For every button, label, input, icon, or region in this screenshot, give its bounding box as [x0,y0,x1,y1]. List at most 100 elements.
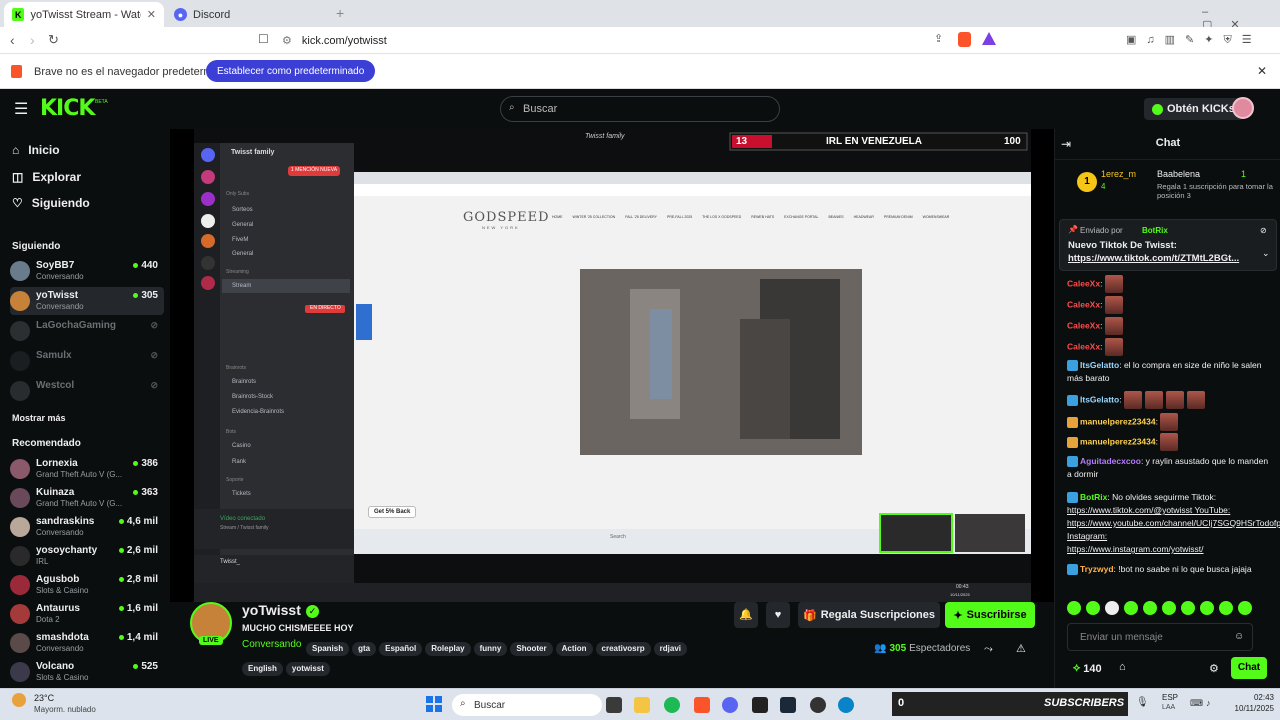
recommended-channel[interactable]: Lornexia Grand Theft Auto V (G... 386 [10,455,164,483]
emote-icon[interactable] [1143,601,1157,615]
chat-link[interactable]: https://www.instagram.com/yotwisst/ [1067,544,1204,554]
chat-username[interactable]: CaleeXx [1067,278,1100,288]
chat-username[interactable]: CaleeXx [1067,320,1100,330]
tag-chip[interactable]: Spanish [306,642,350,656]
language-code[interactable]: ESP [1162,693,1178,702]
close-infobar-icon[interactable]: ✕ [1257,64,1267,78]
store-icon[interactable]: ⌂ [1119,661,1126,673]
discord-icon[interactable] [722,697,738,713]
emote-icon[interactable] [1105,601,1119,615]
notifications-bell-icon[interactable]: 🔔 [734,602,758,628]
bookmark-icon[interactable]: ☐ [258,32,269,46]
tag-chip[interactable]: Español [379,642,423,656]
expand-icon[interactable]: ⌄ [1262,248,1270,259]
video-player[interactable]: Twisst family 13 IRL EN VENEZUELA 100 Tw… [170,129,1054,602]
system-tray-icons[interactable]: ⌨♪ [1190,698,1214,709]
forward-icon[interactable]: › [30,32,35,48]
following-channel[interactable]: Westcol ⊘ [10,377,164,405]
subscribe-button[interactable]: ✦ Suscribirse [945,602,1035,628]
pinned-link[interactable]: https://www.tiktok.com/t/ZTMtL2BGt... [1068,253,1239,264]
task-view-icon[interactable] [606,697,622,713]
emote-icon[interactable] [1181,601,1195,615]
chat-username[interactable]: manuelperez23434 [1080,416,1156,426]
emote-icon[interactable] [1086,601,1100,615]
following-channel[interactable]: SoyBB7 Conversando 440 [10,257,164,285]
tag-chip[interactable]: funny [473,642,508,656]
edge-icon[interactable] [838,697,854,713]
channel-name[interactable]: yoTwisst [242,602,301,618]
tag-chip[interactable]: Roleplay [425,642,471,656]
chat-username[interactable]: CaleeXx [1067,341,1100,351]
share-icon[interactable]: ⇪ [934,32,943,45]
browser-toolbar-icons[interactable]: ▣♫▥✎✦⛨☰ [1126,33,1262,47]
chat-input[interactable]: Enviar un mensaje ☺ [1067,623,1253,651]
pinned-by-user[interactable]: BotRix [1142,226,1168,235]
clock-time[interactable]: 02:43 [1222,693,1274,702]
chat-username[interactable]: Aguitadecxcoo [1080,456,1141,466]
tag-chip[interactable]: gta [352,642,377,656]
tab-kick[interactable]: K yoTwisst Stream - Watch Live on ✕ [4,2,164,27]
file-explorer-icon[interactable] [634,697,650,713]
chat-link[interactable]: https://www.tiktok.com/@yotwisst YouTube… [1067,505,1230,515]
emote-icon[interactable] [1067,601,1081,615]
steam-icon[interactable] [780,697,796,713]
tag-chip[interactable]: Shooter [510,642,553,656]
spotify-icon[interactable] [664,697,680,713]
back-icon[interactable]: ‹ [10,32,15,48]
tag-chip[interactable]: English [242,662,283,676]
close-tab-icon[interactable]: ✕ [147,8,156,21]
recommended-channel[interactable]: smashdota Conversando 1,4 mil [10,629,164,657]
user-avatar[interactable] [1232,97,1254,119]
emote-icon[interactable] [1238,601,1252,615]
windows-start-icon[interactable] [426,696,442,712]
site-info-icon[interactable]: ⚙ [282,34,292,47]
settings-gear-icon[interactable]: ⚙ [1209,662,1219,675]
following-channel[interactable]: yoTwisst Conversando 305 [10,287,164,315]
recommended-channel[interactable]: sandraskins Conversando 4,6 mil [10,513,164,541]
taskbar-search[interactable]: ⌕ Buscar [452,694,602,716]
gift-subs-button[interactable]: 🎁 Regala Suscripciones [798,602,940,628]
follow-heart-icon[interactable]: ♥ [766,602,790,628]
brave-icon[interactable] [694,697,710,713]
stream-category[interactable]: Conversando [242,639,301,650]
report-icon[interactable]: ⚠ [1016,642,1026,655]
reload-icon[interactable]: ↻ [48,32,59,48]
recommended-channel[interactable]: yosoychanty IRL 2,6 mil [10,542,164,570]
microphone-icon[interactable]: 🎙 [1136,697,1149,708]
recommended-channel[interactable]: Kuinaza Grand Theft Auto V (G... 363 [10,484,164,512]
send-chat-button[interactable]: Chat [1231,657,1267,679]
kick-logo[interactable]: KICK [40,96,95,121]
chat-username[interactable]: ItsGelatto [1080,360,1119,370]
recommended-channel[interactable]: Agusbob Slots & Casino 2,8 mil [10,571,164,599]
emote-icon[interactable] [1124,601,1138,615]
tag-chip[interactable]: yotwisst [285,662,330,676]
emote-icon[interactable] [1162,601,1176,615]
tab-discord[interactable]: ● Discord [166,2,332,27]
emoji-picker-icon[interactable]: ☺ [1234,631,1244,642]
chat-username[interactable]: ItsGelatto [1080,394,1119,404]
weather-icon[interactable] [12,693,26,707]
show-more-link[interactable]: Mostrar más [12,413,66,423]
tag-chip[interactable]: Action [555,642,593,656]
following-channel[interactable]: Samulx ⊘ [10,347,164,375]
set-default-button[interactable]: Establecer como predeterminado [206,60,376,82]
unpin-icon[interactable]: ⊘ [1260,226,1267,235]
pinned-message[interactable]: 📌 Enviado por BotRix Nuevo Tiktok De Twi… [1059,219,1277,271]
obs-icon[interactable] [752,697,768,713]
following-channel[interactable]: LaGochaGaming ⊘ [10,317,164,345]
recommended-channel[interactable]: Antaurus Dota 2 1,6 mil [10,600,164,628]
channel-points[interactable]: ⟡ 140 [1073,662,1102,675]
nav-explore[interactable]: ◫ Explorar [12,170,81,184]
menu-icon[interactable]: ☰ [14,99,28,119]
chat-username[interactable]: Tryzwyd [1080,564,1114,574]
tag-chip[interactable]: creativosrp [595,642,651,656]
emote-icon[interactable] [1200,601,1214,615]
github-icon[interactable] [810,697,826,713]
share-icon[interactable]: ⤳ [984,643,993,656]
get-kicks-button[interactable]: Obtén KICKs [1144,98,1243,120]
nav-following[interactable]: ♡ Siguiendo [12,196,90,210]
brave-rewards-icon[interactable] [982,32,996,45]
chat-username[interactable]: manuelperez23434 [1080,436,1156,446]
nav-home[interactable]: ⌂ Inicio [12,143,60,157]
recommended-channel[interactable]: Volcano Slots & Casino 525 [10,658,164,686]
